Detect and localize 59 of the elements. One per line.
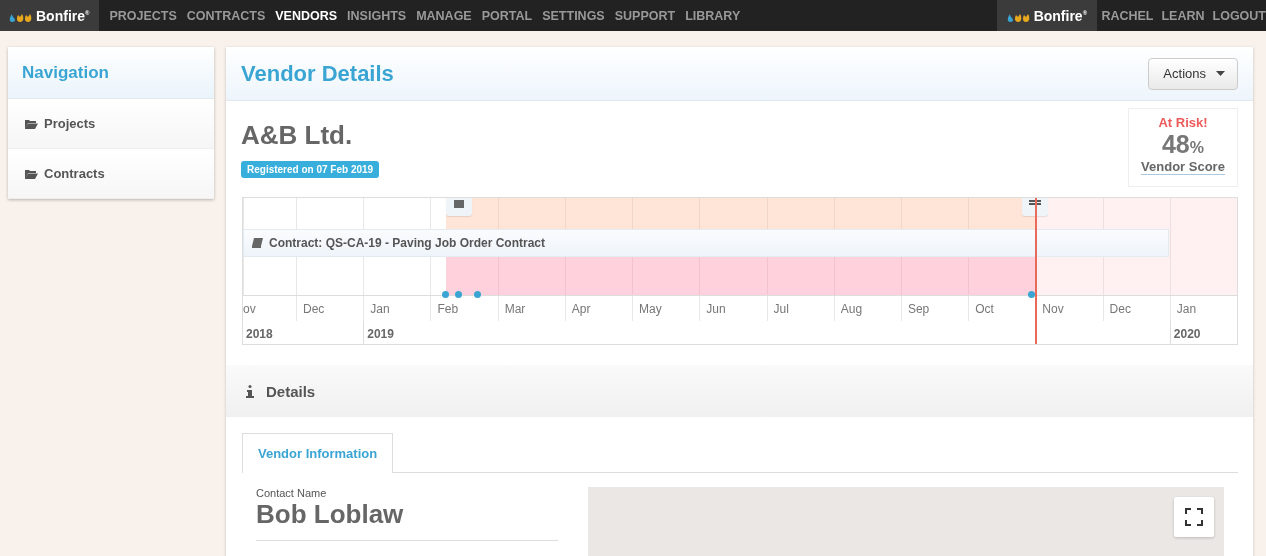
score-unit: % — [1189, 139, 1204, 157]
year-label: 2019 — [367, 327, 394, 341]
bonfire-logo[interactable]: Bonfire$^{®}$ — [0, 0, 100, 31]
page-title: Vendor Details — [241, 60, 394, 87]
bonfire-logo[interactable]: Bonfire$^{®}$ — [997, 0, 1098, 31]
month-label: Jan — [370, 302, 390, 316]
month-label: Sep — [907, 302, 930, 316]
month-label: Mar — [504, 302, 526, 316]
event-dot[interactable] — [454, 291, 462, 298]
nav-link[interactable]: LEARN — [1161, 8, 1205, 23]
month-label: Feb — [437, 302, 459, 316]
vendor-name: A&B Ltd. — [241, 120, 354, 151]
month-label: Aug — [840, 302, 863, 316]
fullscreen-icon — [1185, 508, 1203, 526]
year-label: 2020 — [1173, 327, 1201, 341]
section-header: Details — [226, 365, 1253, 417]
event-dot[interactable] — [441, 291, 449, 298]
score-label: Vendor Score — [1141, 159, 1225, 175]
sidebar-item[interactable]: Projects — [8, 99, 214, 149]
month-label: Dec — [1109, 302, 1131, 316]
sidebar-item[interactable]: Contracts — [8, 149, 214, 199]
month-label: ov — [243, 302, 256, 316]
month-label: Jul — [773, 302, 789, 316]
nav-link[interactable]: LOGOUT — [1212, 8, 1266, 23]
score-value: 48 — [1161, 130, 1190, 159]
actions-button[interactable]: Actions — [1148, 57, 1238, 90]
year-label: 2018 — [246, 327, 273, 341]
nav-link[interactable]: SETTINGS — [542, 8, 605, 23]
month-label: May — [639, 302, 662, 316]
month-label: Nov — [1042, 302, 1064, 316]
contract-bar[interactable]: Contract: QS-CA-19 - Paving Job Order Contract — [243, 229, 1169, 257]
month-label: Apr — [571, 302, 591, 316]
nav-link[interactable]: SUPPORT — [614, 8, 676, 23]
month-label: Dec — [303, 302, 325, 316]
contact-name: Bob Loblaw — [256, 499, 558, 541]
nav-link[interactable]: VENDORS — [275, 8, 338, 23]
nav-link[interactable]: PORTAL — [481, 8, 533, 23]
event-dot[interactable] — [473, 291, 481, 298]
list-icon[interactable] — [1022, 198, 1049, 216]
folder-icon — [25, 168, 38, 179]
fullscreen-button[interactable] — [1174, 497, 1214, 537]
caret-icon — [1216, 71, 1225, 76]
panel-title: Navigation — [8, 47, 214, 99]
nav-link[interactable]: LIBRARY — [685, 8, 741, 23]
nav-link[interactable]: CONTRACTS — [186, 8, 266, 23]
tab[interactable]: Vendor Information — [242, 433, 394, 473]
risk-status: At Risk! — [1158, 115, 1208, 130]
info-icon — [246, 384, 254, 398]
nav-link[interactable]: MANAGE — [416, 8, 472, 23]
event-dot[interactable] — [1028, 291, 1036, 298]
month-label: Jan — [1176, 302, 1197, 316]
month-label: Jun — [706, 302, 726, 316]
nav-link[interactable]: PROJECTS — [109, 8, 177, 23]
field-label: Contact Name — [256, 487, 328, 499]
nav-link[interactable]: INSIGHTS — [347, 8, 407, 23]
registered-badge: Registered on 07 Feb 2019 — [241, 161, 380, 178]
folder-icon — [25, 118, 38, 129]
nav-link[interactable]: RACHEL — [1101, 8, 1154, 23]
month-label: Oct — [975, 302, 994, 316]
